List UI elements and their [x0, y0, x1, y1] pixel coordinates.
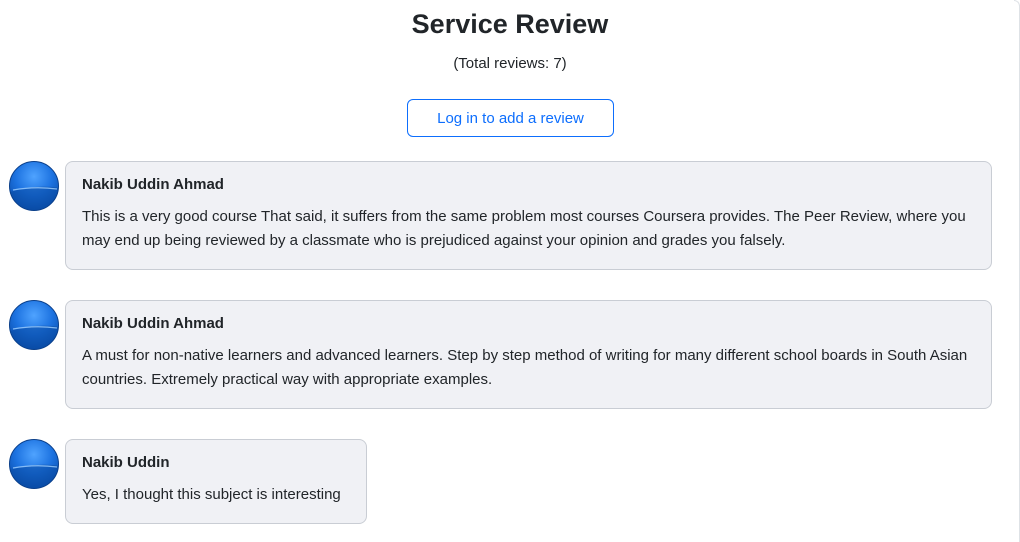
review-bubble: Nakib Uddin Ahmad This is a very good co…: [65, 161, 992, 270]
total-reviews-count: (Total reviews: 7): [453, 55, 567, 72]
user-avatar-icon: [9, 161, 59, 211]
card-frame: [1014, 0, 1020, 542]
review-text: A must for non-native learners and advan…: [82, 347, 968, 388]
review-bubble: Nakib Uddin Ahmad A must for non-native …: [65, 300, 992, 409]
service-review-page: Service Review (Total reviews: 7) Log in…: [0, 0, 1020, 542]
review-text: Yes, I thought this subject is interesti…: [82, 486, 341, 503]
review-bubble: Nakib Uddin Yes, I thought this subject …: [65, 439, 367, 524]
reviewer-name: Nakib Uddin Ahmad: [82, 315, 224, 332]
page-title: Service Review: [411, 9, 609, 39]
reviewer-name: Nakib Uddin: [82, 454, 170, 471]
review-text: This is a very good course That said, it…: [82, 208, 966, 249]
login-to-add-review-button[interactable]: Log in to add a review: [407, 99, 614, 137]
reviewer-name: Nakib Uddin Ahmad: [82, 176, 224, 193]
user-avatar-icon: [9, 439, 59, 489]
user-avatar-icon: [9, 300, 59, 350]
